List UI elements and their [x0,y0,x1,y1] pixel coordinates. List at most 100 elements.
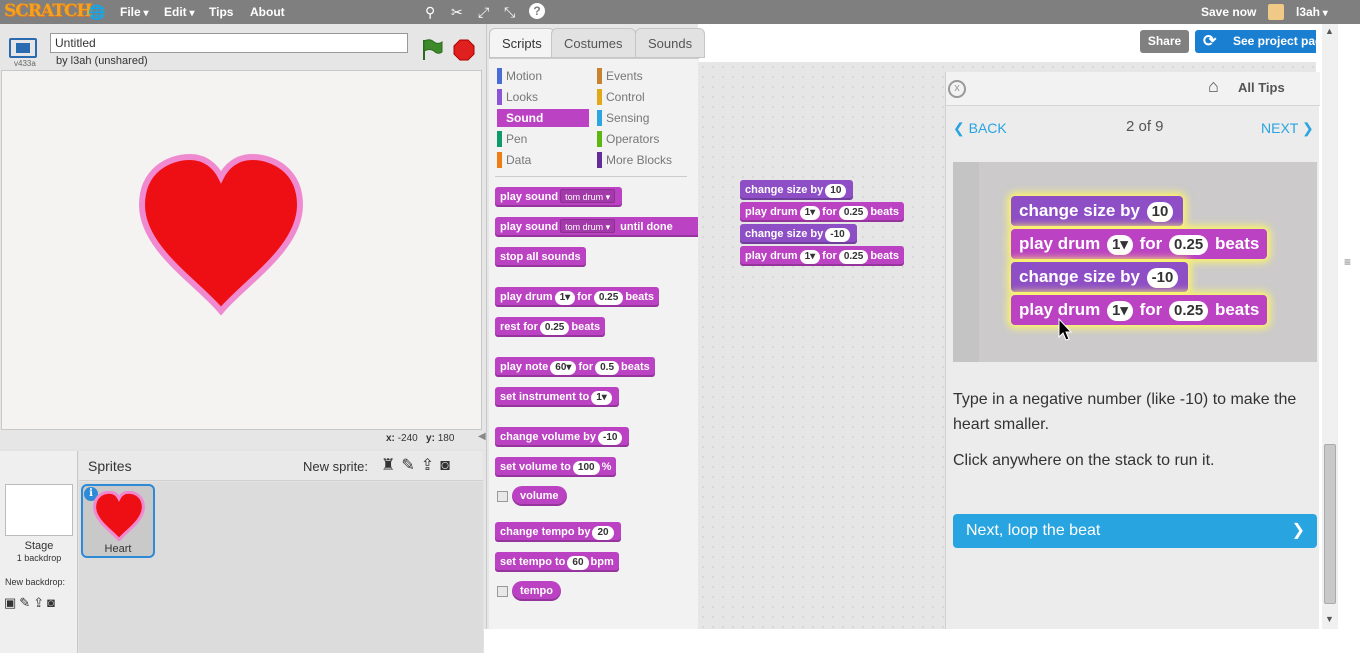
category-sound[interactable]: Sound [497,109,589,127]
shrink-icon[interactable]: ⤡ [504,3,515,21]
sprite-tile-heart[interactable]: i Heart [81,484,155,558]
block-set-instrument[interactable]: set instrument to 1▾ [495,387,619,407]
save-now-link[interactable]: Save now [1201,0,1256,24]
duplicate-stamp-icon[interactable]: ⚲ [425,3,435,21]
category-control[interactable]: Control [597,88,693,106]
close-tips-button[interactable]: x [948,80,966,98]
category-motion[interactable]: Motion [497,67,589,85]
tab-scripts[interactable]: Scripts [489,28,555,58]
category-events[interactable]: Events [597,67,693,85]
category-data[interactable]: Data [497,151,589,169]
tip-block-play-drum: play drum 1▾ for 0.25 beats [1011,229,1268,259]
file-menu[interactable]: File [120,0,148,24]
block-change-size[interactable]: change size by 10 [740,180,854,200]
block-play-drum[interactable]: play drum 1▾ for 0.25 beats [740,246,905,266]
green-flag-icon[interactable] [420,38,444,62]
block-change-tempo[interactable]: change tempo by 20 [495,522,621,542]
mouse-cursor-icon [1058,317,1073,341]
scrollbar-thumb[interactable] [1324,444,1336,604]
block-stop-all-sounds[interactable]: stop all sounds [495,247,586,267]
block-rest-for[interactable]: rest for 0.25 beats [495,317,606,337]
stop-sign-icon[interactable] [453,39,475,61]
upload-sprite-icon[interactable]: ⇪ [421,457,440,474]
sound-dropdown[interactable]: tom drum ▾ [560,189,616,203]
drum-number-input[interactable]: 1▾ [799,206,821,220]
upload-backdrop-icon[interactable]: ⇪ [33,595,47,610]
size-input[interactable]: -10 [825,228,850,242]
drum-number-input[interactable]: 1▾ [554,291,576,305]
paint-sprite-icon[interactable]: ✎ [401,457,420,474]
set-volume-input[interactable]: 100 [572,461,600,475]
block-change-size[interactable]: change size by -10 [740,224,857,244]
sprite-library-icon[interactable]: ♜ [381,457,401,474]
category-operators[interactable]: Operators [597,130,693,148]
edit-menu[interactable]: Edit [164,0,194,24]
block-play-note[interactable]: play note 60▾ for 0.5 beats [495,357,655,377]
next-tip-button[interactable]: Next, loop the beat ❯ [953,514,1317,548]
user-menu[interactable]: l3ah [1296,0,1328,24]
back-button[interactable]: ❮ BACK [953,120,1007,137]
beats-input[interactable]: 0.25 [838,206,869,220]
size-input[interactable]: 10 [825,184,847,198]
block-play-drum[interactable]: play drum 1▾ for 0.25 beats [740,202,905,222]
note-input[interactable]: 60▾ [550,361,577,375]
drum-number-input[interactable]: 1▾ [799,250,821,264]
set-tempo-input[interactable]: 60 [567,556,589,570]
beats-input[interactable]: 0.25 [838,250,869,264]
resize-grip-icon[interactable]: ≡ [1344,255,1351,269]
next-link[interactable]: NEXT ❯ [1261,120,1314,137]
heart-thumbnail-icon [93,491,145,541]
block-set-volume[interactable]: set volume to 100% [495,457,617,477]
rest-beats-input[interactable]: 0.25 [539,321,570,335]
share-button[interactable]: Share [1140,30,1189,53]
version-label: v433a [14,59,36,68]
project-title-input[interactable] [50,33,408,53]
change-volume-input[interactable]: -10 [597,431,623,445]
see-project-page-button[interactable]: ⟳ See project page [1195,30,1335,53]
tempo-checkbox[interactable] [497,586,508,597]
scroll-down-icon[interactable]: ▼ [1325,614,1334,624]
chevron-left-icon: ❮ [953,120,965,136]
user-avatar[interactable] [1268,4,1284,20]
help-icon[interactable]: ? [529,3,545,19]
volume-checkbox[interactable] [497,491,508,502]
globe-icon[interactable]: 🌐 [88,3,105,21]
stage-thumbnail[interactable] [5,484,73,536]
scroll-up-icon[interactable]: ▲ [1325,26,1334,36]
stage-canvas[interactable] [1,70,482,430]
instrument-input[interactable]: 1▾ [591,391,612,405]
block-volume-reporter[interactable]: volume [512,486,567,506]
block-play-sound[interactable]: play sound tom drum ▾ [495,187,623,207]
camera-sprite-icon[interactable]: ◙ [440,457,456,474]
block-set-tempo[interactable]: set tempo to 60 bpm [495,552,619,572]
tab-sounds[interactable]: Sounds [635,28,706,58]
beats-input[interactable]: 0.25 [593,291,624,305]
camera-backdrop-icon[interactable]: ◙ [47,595,58,610]
change-tempo-input[interactable]: 20 [592,526,614,540]
scratch-logo[interactable]: SCRATCH [4,1,92,21]
note-beats-input[interactable]: 0.5 [595,361,620,375]
sound-dropdown[interactable]: tom drum ▾ [560,219,616,233]
home-icon: ⌂ [1208,76,1219,96]
all-tips-link[interactable]: ⌂ All Tips [1208,76,1285,96]
tab-costumes[interactable]: Costumes [551,28,636,58]
block-tempo-reporter[interactable]: tempo [512,581,561,601]
block-change-volume[interactable]: change volume by -10 [495,427,630,447]
category-sensing[interactable]: Sensing [597,109,693,127]
paint-backdrop-icon[interactable]: ✎ [19,595,33,610]
cut-scissors-icon[interactable]: ✂ [451,3,463,21]
block-play-sound-until-done[interactable]: play sound tom drum ▾ until done [495,217,701,237]
category-more-blocks[interactable]: More Blocks [597,151,693,169]
backdrop-library-icon[interactable]: ▣ [4,595,19,610]
grow-icon[interactable]: ⤢ [478,3,489,21]
about-menu[interactable]: About [250,0,285,24]
category-looks[interactable]: Looks [497,88,589,106]
block-play-drum[interactable]: play drum 1▾ for 0.25 beats [495,287,660,307]
heart-sprite-on-stage[interactable] [138,153,304,315]
stage-thumbnail-panel[interactable]: Stage 1 backdrop New backdrop: ▣✎⇪◙ [0,451,78,653]
new-sprite-label: New sprite: [303,459,369,474]
category-pen[interactable]: Pen [497,130,589,148]
fullscreen-icon[interactable] [9,38,37,58]
tips-menu[interactable]: Tips [209,0,233,24]
collapse-arrow-icon[interactable]: ◀ [478,431,486,445]
